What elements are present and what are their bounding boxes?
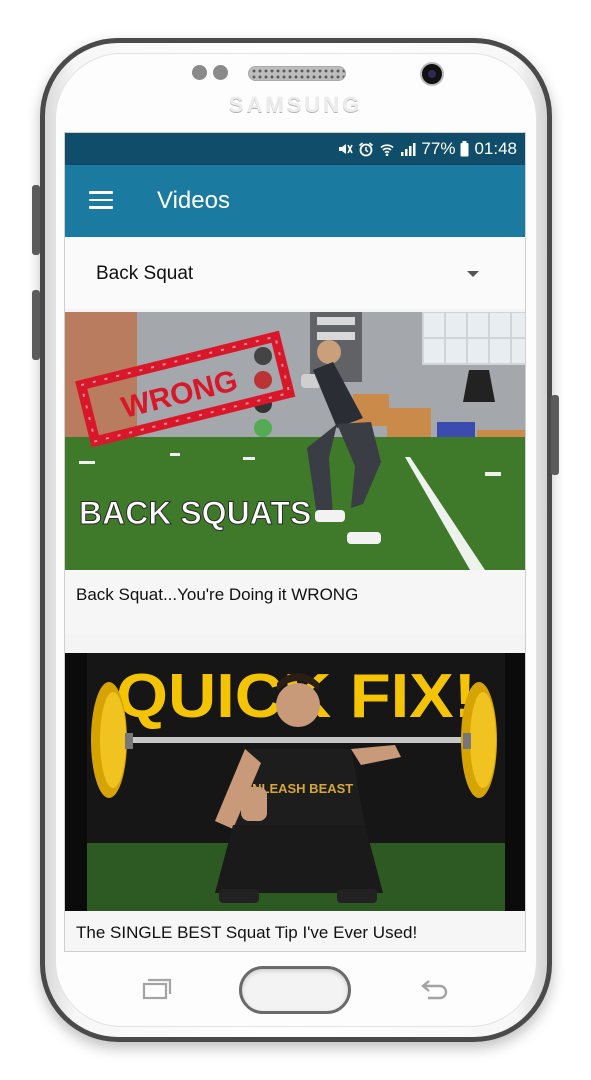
earpiece-speaker (248, 66, 346, 81)
video-card[interactable]: QUICK FIX! UNLEASH BEAST The SINGLE BEST… (65, 653, 525, 951)
home-button[interactable] (239, 966, 351, 1014)
video-title[interactable]: The SINGLE BEST Squat Tip I've Ever Used… (76, 923, 417, 943)
light-sensor (213, 65, 228, 80)
thumbnail-overlay-text: BACK SQUATS (79, 495, 311, 531)
app-bar-title: Videos (157, 187, 230, 214)
power-button (551, 395, 559, 475)
video-thumbnail[interactable]: QUICK FIX! UNLEASH BEAST (65, 653, 525, 911)
video-card[interactable]: WRONG BACK SQUATS Back Squat...You're Do… (65, 312, 525, 634)
recent-apps-icon[interactable] (140, 978, 172, 1000)
brand-logo: SAMSUNG (228, 92, 363, 117)
app-bar: Videos (65, 165, 525, 237)
video-title[interactable]: Back Squat...You're Doing it WRONG (76, 585, 358, 605)
wifi-icon (380, 144, 394, 157)
video-thumbnail[interactable]: WRONG BACK SQUATS (65, 312, 525, 570)
alarm-icon (359, 142, 374, 157)
screen: 77% 01:48 Videos Back Squat WRONG BACK S… (64, 132, 526, 952)
volume-up-button (32, 185, 40, 255)
battery-icon (460, 141, 469, 157)
mute-icon (339, 144, 354, 154)
front-camera (420, 62, 444, 86)
dropdown-arrow-icon (467, 271, 479, 277)
signal-icon (401, 143, 416, 156)
battery-percent: 77% (421, 139, 456, 158)
category-dropdown[interactable]: Back Squat (65, 237, 525, 309)
quick-fix-thumbnail-image: QUICK FIX! UNLEASH BEAST (65, 653, 525, 911)
status-icons: 77% 01:48 (337, 139, 517, 159)
volume-down-button (32, 290, 40, 360)
back-icon[interactable] (418, 978, 450, 1000)
hamburger-menu-icon[interactable] (89, 191, 113, 209)
status-time: 01:48 (474, 139, 517, 158)
video-list[interactable]: Back Squat WRONG BACK SQUATS Back Squat.… (65, 237, 525, 951)
proximity-sensor (192, 65, 207, 80)
dropdown-selected-value: Back Squat (96, 263, 194, 284)
status-bar: 77% 01:48 (65, 133, 525, 165)
gym-thumbnail-image: WRONG BACK SQUATS (65, 312, 525, 570)
